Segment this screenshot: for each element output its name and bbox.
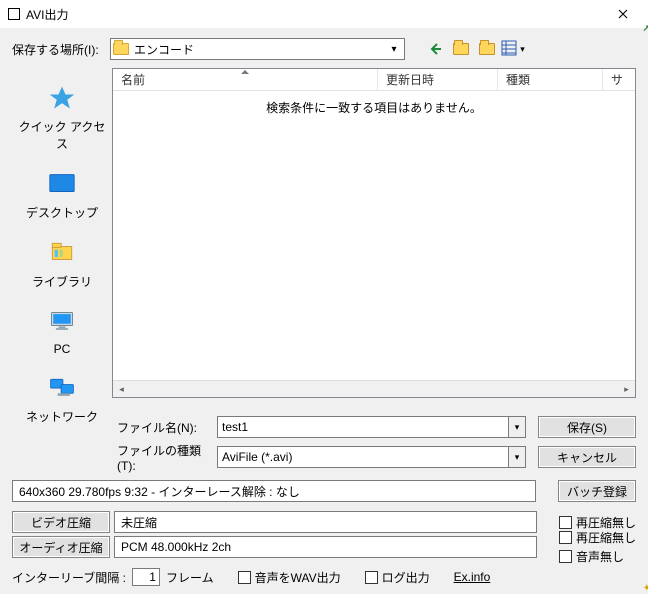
back-button[interactable] [425,39,445,59]
log-output-check[interactable]: ログ出力 [365,569,430,586]
save-button[interactable]: 保存(S) [538,416,636,438]
location-toolbar: ↗ ✦ ▾ [425,39,523,59]
place-label: デスクトップ [26,204,98,221]
batch-register-button[interactable]: バッチ登録 [558,480,636,502]
sparkle-icon: ✦ [643,583,648,594]
video-codec-box: 未圧縮 [114,511,537,533]
new-folder-button[interactable]: ✦ [477,39,497,59]
filetype-label: ファイルの種類(T): [112,442,217,473]
file-form: ファイル名(N): ▾ 保存(S) ファイルの種類(T): AviFile (*… [12,416,636,468]
folder-icon [479,43,495,55]
view-menu-button[interactable]: ▾ [503,39,523,59]
video-compress-row: ビデオ圧縮 未圧縮 再圧縮無し [12,511,636,533]
location-label: 保存する場所(I): [12,41,110,58]
filename-label: ファイル名(N): [112,419,217,436]
horizontal-scrollbar[interactable]: ◂ ▸ [113,380,635,397]
chevron-down-icon: ▾ [520,44,525,55]
filetype-combo[interactable]: AviFile (*.avi) [217,446,509,468]
chevron-down-icon[interactable]: ▾ [386,40,402,58]
up-one-level-button[interactable]: ↗ [451,39,471,59]
checkbox-icon [559,550,572,563]
wav-output-check[interactable]: 音声をWAV出力 [238,569,341,586]
view-grid-icon [501,40,517,59]
places-sidebar: クイック アクセス デスクトップ ライブラリ [12,68,112,398]
place-pc[interactable]: PC [17,306,107,356]
folder-icon [453,43,469,55]
column-date[interactable]: 更新日時 [378,69,498,90]
scroll-right-icon[interactable]: ▸ [618,381,635,398]
location-value: エンコード [134,41,386,58]
place-libraries[interactable]: ライブラリ [17,237,107,290]
app-icon [8,8,20,20]
location-row: 保存する場所(I): エンコード ▾ ↗ ✦ [12,38,636,60]
network-icon [46,372,78,404]
video-info-box: 640x360 29.780fps 9:32 - インターレース解除 : なし [12,480,536,502]
interleave-input[interactable] [132,568,160,586]
up-arrow-icon: ↗ [642,23,648,34]
libraries-icon [46,237,78,269]
checkbox-icon [238,571,251,584]
checkbox-icon [365,571,378,584]
titlebar: AVI出力 [0,0,648,28]
place-label: クイック アクセス [17,118,107,152]
no-recompress-audio[interactable]: 再圧縮無し [559,529,636,546]
no-audio[interactable]: 音声無し [559,548,636,565]
cancel-button[interactable]: キャンセル [538,446,636,468]
column-name[interactable]: 名前 [113,69,378,90]
video-info-row: 640x360 29.780fps 9:32 - インターレース解除 : なし … [12,480,636,502]
filetype-row: ファイルの種類(T): AviFile (*.avi) ▾ キャンセル [12,446,636,468]
place-quick-access[interactable]: クイック アクセス [17,82,107,152]
close-button[interactable] [600,0,646,28]
chevron-down-icon[interactable]: ▾ [509,416,526,438]
column-type[interactable]: 種類 [498,69,603,90]
encode-settings: 640x360 29.780fps 9:32 - インターレース解除 : なし … [12,480,636,558]
checkbox-icon [559,516,572,529]
video-compress-button[interactable]: ビデオ圧縮 [12,511,110,533]
star-icon [46,82,78,114]
empty-message: 検索条件に一致する項目はありません。 [266,99,482,116]
audio-compress-row: オーディオ圧縮 PCM 48.000kHz 2ch 再圧縮無し 音声無し [12,536,636,558]
file-browser: クイック アクセス デスクトップ ライブラリ [12,68,636,398]
no-recompress-video[interactable]: 再圧縮無し [559,514,636,531]
place-label: PC [54,342,71,356]
exinfo-link[interactable]: Ex.info [454,570,491,584]
column-size[interactable]: サ [603,69,635,90]
window-title: AVI出力 [26,6,68,23]
place-label: ライブラリ [32,273,92,290]
location-combo[interactable]: エンコード ▾ [110,38,405,60]
desktop-icon [46,168,78,200]
audio-codec-box: PCM 48.000kHz 2ch [114,536,537,558]
listview-body: 検索条件に一致する項目はありません。 [113,91,635,380]
pc-icon [46,306,78,338]
interleave-label: インターリーブ間隔 : [12,569,126,586]
place-desktop[interactable]: デスクトップ [17,168,107,221]
filename-input[interactable] [217,416,509,438]
audio-compress-button[interactable]: オーディオ圧縮 [12,536,110,558]
interleave-unit: フレーム [166,569,214,586]
checkbox-icon [559,531,572,544]
chevron-down-icon[interactable]: ▾ [509,446,526,468]
interleave-row: インターリーブ間隔 : フレーム 音声をWAV出力 ログ出力 Ex.info [12,568,636,586]
dialog-body: 保存する場所(I): エンコード ▾ ↗ ✦ [0,28,648,592]
folder-icon [113,43,129,55]
listview-headers: 名前 更新日時 種類 サ [113,69,635,91]
filename-row: ファイル名(N): ▾ 保存(S) [12,416,636,438]
file-listview[interactable]: 名前 更新日時 種類 サ 検索条件に一致する項目はありません。 ◂ ▸ [112,68,636,398]
scroll-left-icon[interactable]: ◂ [113,381,130,398]
